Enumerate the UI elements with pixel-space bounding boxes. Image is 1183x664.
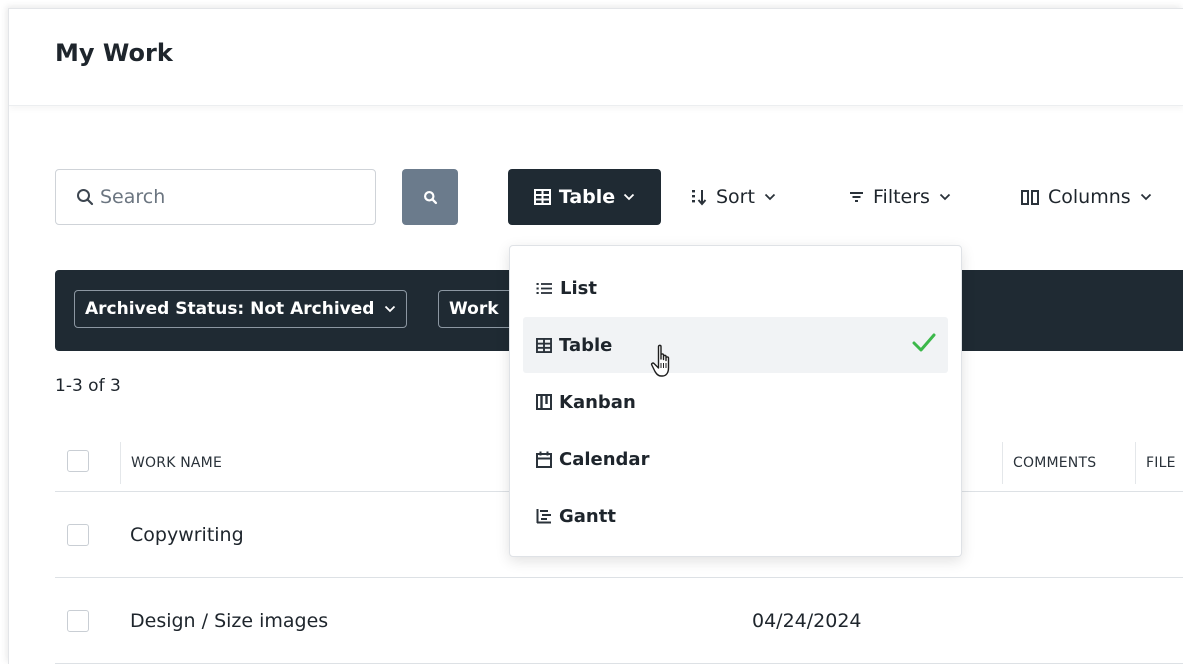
sort-label: Sort <box>716 186 755 208</box>
search-icon <box>423 190 438 205</box>
chevron-down-icon <box>764 193 776 201</box>
date-cell: 04/24/2024 <box>752 610 862 632</box>
chevron-down-icon <box>384 305 396 313</box>
columns-icon <box>1021 189 1039 205</box>
table-icon <box>536 337 552 353</box>
sort-button[interactable]: Sort <box>691 169 776 225</box>
hand-cursor-icon <box>650 344 676 380</box>
view-option-kanban[interactable]: Kanban <box>523 374 948 430</box>
checkmark-icon <box>912 333 936 353</box>
view-option-label: Kanban <box>559 391 636 413</box>
view-dropdown-menu: List Table Kanban Calendar Gantt <box>509 245 962 557</box>
calendar-icon <box>536 451 552 468</box>
view-option-label: Table <box>559 334 613 356</box>
column-divider <box>1135 442 1136 484</box>
page-header: My Work <box>9 9 1183 106</box>
page-title: My Work <box>55 39 173 67</box>
search-icon <box>76 188 94 206</box>
filter-chip-label: Work <box>449 299 499 319</box>
search-button[interactable] <box>402 169 458 225</box>
chevron-down-icon <box>623 193 635 201</box>
view-toggle-label: Table <box>558 186 616 208</box>
filters-button[interactable]: Filters <box>849 169 951 225</box>
chevron-down-icon <box>1140 193 1152 201</box>
result-count: 1-3 of 3 <box>55 376 121 396</box>
column-header-comments[interactable]: COMMENTS <box>1013 434 1096 492</box>
search-field[interactable] <box>55 169 376 225</box>
view-option-table[interactable]: Table <box>523 317 948 373</box>
column-divider <box>1002 442 1003 484</box>
column-header-files[interactable]: FILE <box>1146 434 1176 492</box>
list-icon <box>536 282 553 295</box>
search-input[interactable] <box>100 186 350 208</box>
columns-button[interactable]: Columns <box>1021 169 1152 225</box>
view-option-label: List <box>560 277 597 299</box>
view-option-label: Calendar <box>559 448 650 470</box>
view-option-gantt[interactable]: Gantt <box>523 488 948 544</box>
row-checkbox[interactable] <box>67 524 89 546</box>
view-option-calendar[interactable]: Calendar <box>523 431 948 487</box>
filters-label: Filters <box>873 186 930 208</box>
table-icon <box>533 189 551 205</box>
view-option-label: Gantt <box>559 505 616 527</box>
view-option-list[interactable]: List <box>523 260 948 316</box>
view-toggle-button[interactable]: Table <box>508 169 661 225</box>
chevron-down-icon <box>939 193 951 201</box>
column-divider <box>120 442 121 484</box>
sort-icon <box>691 189 707 206</box>
gantt-icon <box>536 508 552 524</box>
work-name-cell[interactable]: Copywriting <box>130 492 244 578</box>
kanban-icon <box>536 394 552 410</box>
app-window: My Work Table Sort <box>8 8 1183 664</box>
row-checkbox[interactable] <box>67 610 89 632</box>
filter-chip-label: Archived Status: Not Archived <box>85 299 375 319</box>
table-row[interactable]: Design / Size images 04/24/2024 <box>55 578 1183 664</box>
select-all-checkbox[interactable] <box>67 450 89 472</box>
columns-label: Columns <box>1048 186 1131 208</box>
filter-chip-archived-status[interactable]: Archived Status: Not Archived <box>74 290 408 328</box>
filter-icon <box>849 191 864 203</box>
column-header-work-name[interactable]: WORK NAME <box>131 434 222 492</box>
work-name-cell[interactable]: Design / Size images <box>130 578 328 664</box>
